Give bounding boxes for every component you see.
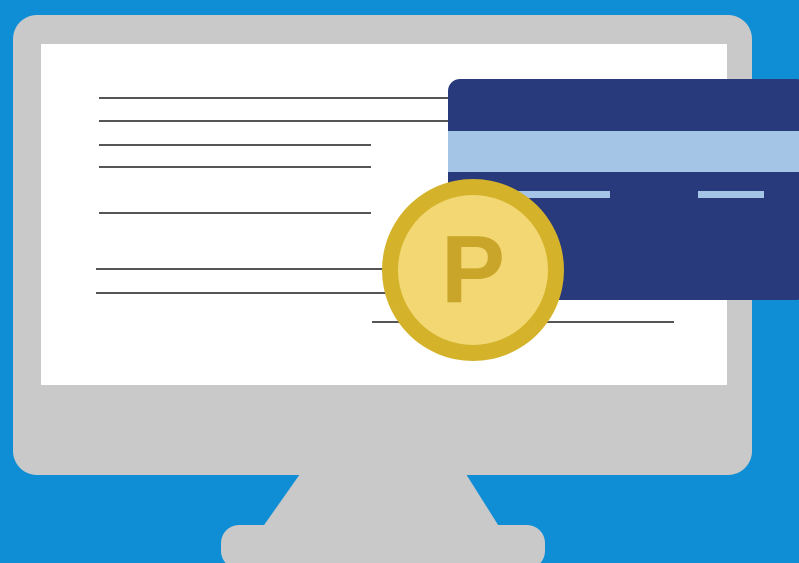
monitor-stand-base	[221, 525, 545, 563]
payment-illustration: P	[0, 0, 799, 563]
coin-icon: P	[382, 179, 564, 361]
text-line	[99, 166, 371, 168]
card-magnetic-stripe	[448, 131, 799, 172]
text-line	[99, 144, 371, 146]
coin-letter: P	[441, 216, 505, 323]
text-line	[99, 212, 371, 214]
text-line	[96, 292, 386, 294]
text-line	[96, 268, 386, 270]
card-detail-mark	[698, 191, 764, 198]
text-line	[99, 97, 451, 99]
text-line	[99, 120, 451, 122]
